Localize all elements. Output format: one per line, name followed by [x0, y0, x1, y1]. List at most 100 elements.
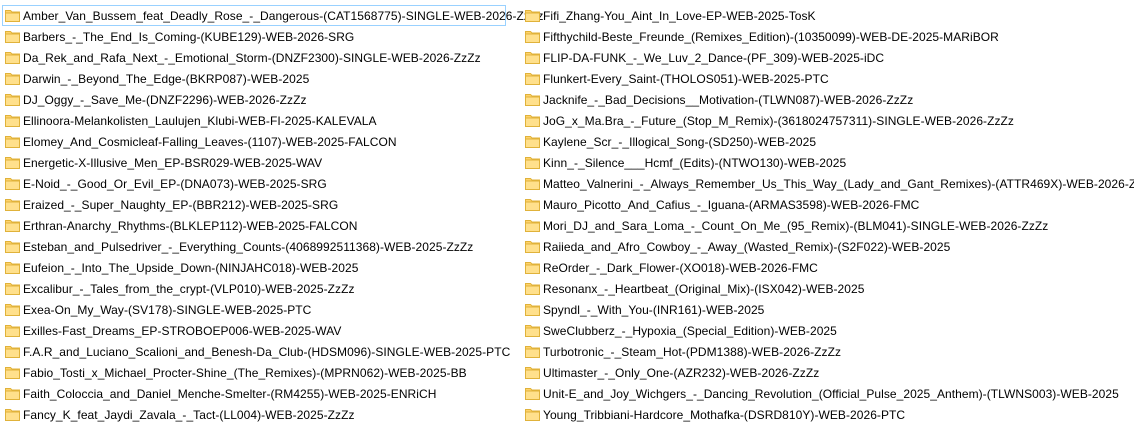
folder-item[interactable]: Mori_DJ_and_Sara_Loma_-_Count_On_Me_(95_…	[522, 215, 1130, 236]
folder-icon	[5, 113, 20, 128]
folder-icon	[525, 407, 540, 422]
folder-icon	[525, 8, 540, 23]
folder-name: Young_Tribbiani-Hardcore_Mothafka-(DSRD8…	[543, 408, 906, 422]
folder-name: E-Noid_-_Good_Or_Evil_EP-(DNA073)-WEB-20…	[23, 177, 327, 191]
folder-item[interactable]: JoG_x_Ma.Bra_-_Future_(Stop_M_Remix)-(36…	[522, 110, 1130, 131]
folder-name: Energetic-X-Illusive_Men_EP-BSR029-WEB-2…	[23, 156, 323, 170]
folder-item[interactable]: Mauro_Picotto_And_Cafius_-_Iguana-(ARMAS…	[522, 194, 1130, 215]
folder-item[interactable]: Kinn_-_Silence___Hcmf_(Edits)-(NTWO130)-…	[522, 152, 1130, 173]
folder-item[interactable]: SweClubberz_-_Hypoxia_(Special_Edition)-…	[522, 320, 1130, 341]
folder-name: Ellinoora-Melankolisten_Laulujen_Klubi-W…	[23, 114, 377, 128]
folder-item[interactable]: Exea-On_My_Way-(SV178)-SINGLE-WEB-2025-P…	[2, 299, 506, 320]
folder-item[interactable]: Barbers_-_The_End_Is_Coming-(KUBE129)-WE…	[2, 26, 506, 47]
folder-icon	[525, 386, 540, 401]
folder-item[interactable]: Young_Tribbiani-Hardcore_Mothafka-(DSRD8…	[522, 404, 1130, 425]
folder-item[interactable]: Esteban_and_Pulsedriver_-_Everything_Cou…	[2, 236, 506, 257]
folder-item[interactable]: Energetic-X-Illusive_Men_EP-BSR029-WEB-2…	[2, 152, 506, 173]
folder-item[interactable]: Spyndl_-_With_You-(INR161)-WEB-2025	[522, 299, 1130, 320]
folder-item[interactable]: Raiieda_and_Afro_Cowboy_-_Away_(Wasted_R…	[522, 236, 1130, 257]
folder-name: Amber_Van_Bussem_feat_Deadly_Rose_-_Dang…	[23, 9, 544, 23]
folder-icon	[5, 29, 20, 44]
folder-name: Turbotronic_-_Steam_Hot-(PDM1388)-WEB-20…	[543, 345, 841, 359]
folder-name: Mauro_Picotto_And_Cafius_-_Iguana-(ARMAS…	[543, 198, 920, 212]
folder-icon	[5, 260, 20, 275]
folder-name: Excalibur_-_Tales_from_the_crypt-(VLP010…	[23, 282, 355, 296]
folder-item[interactable]: Matteo_Valnerini_-_Always_Remember_Us_Th…	[522, 173, 1134, 194]
folder-icon	[525, 344, 540, 359]
folder-item[interactable]: ReOrder_-_Dark_Flower-(XO018)-WEB-2026-F…	[522, 257, 1130, 278]
folder-name: ReOrder_-_Dark_Flower-(XO018)-WEB-2026-F…	[543, 261, 818, 275]
folder-name: Exilles-Fast_Dreams_EP-STROBOEP006-WEB-2…	[23, 324, 342, 338]
folder-item[interactable]: Flunkert-Every_Saint-(THOLOS051)-WEB-202…	[522, 68, 1130, 89]
folder-name: Resonanx_-_Heartbeat_(Original_Mix)-(ISX…	[543, 282, 865, 296]
folder-icon	[5, 155, 20, 170]
folder-name: Erthran-Anarchy_Rhythms-(BLKLEP112)-WEB-…	[23, 219, 358, 233]
folder-icon	[525, 218, 540, 233]
folder-item[interactable]: Da_Rek_and_Rafa_Next_-_Emotional_Storm-(…	[2, 47, 506, 68]
folder-name: Eraized_-_Super_Naughty_EP-(BBR212)-WEB-…	[23, 198, 339, 212]
folder-item[interactable]: Ultimaster_-_Only_One-(AZR232)-WEB-2026-…	[522, 362, 1130, 383]
folder-item[interactable]: Resonanx_-_Heartbeat_(Original_Mix)-(ISX…	[522, 278, 1130, 299]
folder-item[interactable]: DJ_Oggy_-_Save_Me-(DNZF2296)-WEB-2026-Zz…	[2, 89, 506, 110]
folder-name: Esteban_and_Pulsedriver_-_Everything_Cou…	[23, 240, 474, 254]
folder-column-right: Fifi_Zhang-You_Aint_In_Love-EP-WEB-2025-…	[522, 5, 1134, 425]
folder-icon	[525, 197, 540, 212]
folder-icon	[525, 92, 540, 107]
folder-name: FLIP-DA-FUNK_-_We_Luv_2_Dance-(PF_309)-W…	[543, 51, 885, 65]
folder-name: Unit-E_and_Joy_Wichgers_-_Dancing_Revolu…	[543, 387, 1119, 401]
folder-name: Faith_Coloccia_and_Daniel_Menche-Smelter…	[23, 387, 437, 401]
folder-icon	[5, 281, 20, 296]
folder-name: F.A.R_and_Luciano_Scalioni_and_Benesh-Da…	[23, 345, 511, 359]
folder-name: SweClubberz_-_Hypoxia_(Special_Edition)-…	[543, 324, 837, 338]
folder-item[interactable]: E-Noid_-_Good_Or_Evil_EP-(DNA073)-WEB-20…	[2, 173, 506, 194]
folder-icon	[525, 323, 540, 338]
folder-item[interactable]: Fifthychild-Beste_Freunde_(Remixes_Editi…	[522, 26, 1130, 47]
folder-item[interactable]: Turbotronic_-_Steam_Hot-(PDM1388)-WEB-20…	[522, 341, 1130, 362]
folder-icon	[5, 407, 20, 422]
folder-icon	[5, 323, 20, 338]
folder-item[interactable]: Faith_Coloccia_and_Daniel_Menche-Smelter…	[2, 383, 506, 404]
folder-icon	[5, 302, 20, 317]
folder-item[interactable]: Jacknife_-_Bad_Decisions__Motivation-(TL…	[522, 89, 1130, 110]
folder-item[interactable]: Exilles-Fast_Dreams_EP-STROBOEP006-WEB-2…	[2, 320, 506, 341]
folder-name: Matteo_Valnerini_-_Always_Remember_Us_Th…	[543, 177, 1134, 191]
folder-icon	[5, 239, 20, 254]
folder-name: Exea-On_My_Way-(SV178)-SINGLE-WEB-2025-P…	[23, 303, 312, 317]
folder-item[interactable]: Fifi_Zhang-You_Aint_In_Love-EP-WEB-2025-…	[522, 5, 1130, 26]
folder-item[interactable]: Fancy_K_feat_Jaydi_Zavala_-_Tact-(LL004)…	[2, 404, 506, 425]
folder-item[interactable]: Amber_Van_Bussem_feat_Deadly_Rose_-_Dang…	[2, 5, 543, 26]
folder-column-left: Amber_Van_Bussem_feat_Deadly_Rose_-_Dang…	[2, 5, 543, 425]
folder-icon	[5, 8, 20, 23]
folder-item[interactable]: FLIP-DA-FUNK_-_We_Luv_2_Dance-(PF_309)-W…	[522, 47, 1130, 68]
folder-name: DJ_Oggy_-_Save_Me-(DNZF2296)-WEB-2026-Zz…	[23, 93, 307, 107]
folder-item[interactable]: F.A.R_and_Luciano_Scalioni_and_Benesh-Da…	[2, 341, 510, 362]
folder-item[interactable]: Elomey_And_Cosmicleaf-Falling_Leaves-(11…	[2, 131, 506, 152]
folder-name: Barbers_-_The_End_Is_Coming-(KUBE129)-WE…	[23, 30, 355, 44]
folder-icon	[5, 197, 20, 212]
folder-icon	[5, 344, 20, 359]
folder-item[interactable]: Eufeion_-_Into_The_Upside_Down-(NINJAHC0…	[2, 257, 506, 278]
folder-name: Fifthychild-Beste_Freunde_(Remixes_Editi…	[543, 30, 999, 44]
folder-icon	[5, 218, 20, 233]
folder-item[interactable]: Fabio_Tosti_x_Michael_Procter-Shine_(The…	[2, 362, 506, 383]
folder-name: Mori_DJ_and_Sara_Loma_-_Count_On_Me_(95_…	[543, 219, 1049, 233]
folder-name: Fifi_Zhang-You_Aint_In_Love-EP-WEB-2025-…	[543, 9, 816, 23]
folder-icon	[5, 71, 20, 86]
folder-item[interactable]: Eraized_-_Super_Naughty_EP-(BBR212)-WEB-…	[2, 194, 506, 215]
folder-name: Fancy_K_feat_Jaydi_Zavala_-_Tact-(LL004)…	[23, 408, 355, 422]
folder-item[interactable]: Unit-E_and_Joy_Wichgers_-_Dancing_Revolu…	[522, 383, 1130, 404]
folder-name: Kaylene_Scr_-_Illogical_Song-(SD250)-WEB…	[543, 135, 817, 149]
folder-name: Jacknife_-_Bad_Decisions__Motivation-(TL…	[543, 93, 914, 107]
folder-name: Eufeion_-_Into_The_Upside_Down-(NINJAHC0…	[23, 261, 359, 275]
folder-icon	[525, 302, 540, 317]
folder-item[interactable]: Excalibur_-_Tales_from_the_crypt-(VLP010…	[2, 278, 506, 299]
folder-item[interactable]: Darwin_-_Beyond_The_Edge-(BKRP087)-WEB-2…	[2, 68, 506, 89]
folder-name: Raiieda_and_Afro_Cowboy_-_Away_(Wasted_R…	[543, 240, 951, 254]
folder-item[interactable]: Kaylene_Scr_-_Illogical_Song-(SD250)-WEB…	[522, 131, 1130, 152]
folder-item[interactable]: Erthran-Anarchy_Rhythms-(BLKLEP112)-WEB-…	[2, 215, 506, 236]
folder-icon	[525, 281, 540, 296]
folder-icon	[525, 50, 540, 65]
folder-icon	[525, 176, 540, 191]
folder-item[interactable]: Ellinoora-Melankolisten_Laulujen_Klubi-W…	[2, 110, 506, 131]
folder-icon	[525, 155, 540, 170]
